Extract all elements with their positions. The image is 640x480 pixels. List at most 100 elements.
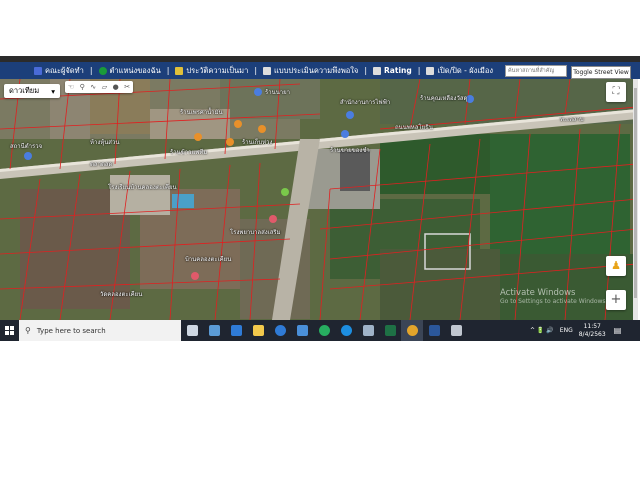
fullscreen-icon: ⛶ — [612, 86, 620, 97]
map-label[interactable]: ถนนพหลโยธิน — [395, 122, 433, 132]
map-label[interactable]: ร้านเก็บห่วง — [242, 137, 272, 147]
toolbar-item-label: ประวัติความเป็นมา — [186, 65, 249, 75]
notification-icon[interactable]: ▤ — [614, 326, 622, 335]
taskbar-search-placeholder: Type here to search — [36, 326, 106, 335]
zoom-in-button[interactable]: + — [606, 290, 626, 310]
input-language[interactable]: ENG — [560, 327, 573, 334]
toggle-street-view-button[interactable]: Toggle Street View — [571, 66, 631, 79]
photos-icon — [296, 325, 308, 336]
rating-chart-icon — [373, 66, 382, 75]
chrome-icon — [406, 325, 418, 336]
clock-time: 11:57 — [583, 322, 601, 330]
toolbar-item-label: คณะผู้จัดทำ — [45, 65, 84, 75]
map-type-label: ดาวเทียม — [9, 86, 40, 95]
toolbar-item-rating[interactable]: Rating — [373, 66, 412, 75]
toolbar-item-my-location[interactable]: ตำแหน่งของฉัน — [98, 65, 161, 77]
snip-icon — [450, 325, 462, 336]
mail-icon — [230, 325, 242, 336]
taskbar-app-task-view[interactable] — [181, 320, 203, 341]
taskbar-app-word[interactable] — [423, 320, 445, 341]
taskbar-app-store[interactable] — [203, 320, 225, 341]
file-explorer-icon — [252, 325, 264, 336]
taskbar-app-edge[interactable] — [335, 320, 357, 341]
map-label[interactable]: ร้านนายา — [265, 87, 290, 97]
map-label[interactable]: ตลาดสด — [90, 159, 112, 169]
history-icon — [175, 66, 184, 75]
pegman-street-view-button[interactable]: ♟ — [606, 256, 626, 276]
media-icon — [362, 325, 374, 336]
polygon-icon[interactable]: ▱ — [102, 83, 107, 91]
taskbar-app-mail[interactable] — [225, 320, 247, 341]
taskbar-app-chrome[interactable] — [401, 320, 423, 341]
activate-windows-title: Activate Windows — [500, 288, 576, 298]
hand-pan-icon[interactable]: ☜ — [68, 83, 74, 91]
page-scrollbar-thumb[interactable] — [634, 88, 637, 298]
map-label[interactable]: วัดคลองตะเคียน — [100, 289, 142, 299]
fullscreen-button[interactable]: ⛶ — [606, 82, 626, 102]
map-label[interactable]: โรงเรียนบ้านคลองตะเคียน — [108, 182, 177, 192]
windows-logo-icon — [5, 326, 14, 335]
map-label[interactable]: ร้านคุณเหลืองวัสดุ — [420, 93, 467, 103]
toolbar-separator: | — [417, 66, 421, 75]
taskbar-app-excel[interactable] — [379, 320, 401, 341]
map-label[interactable]: ทะเลสาบ — [560, 114, 584, 124]
store-icon — [208, 325, 220, 336]
toolbar-item-city-plan[interactable]: เปิด/ปิด - ผังเมือง — [426, 65, 493, 77]
map-label[interactable]: โรงพยาบาลส่งเสริม — [230, 227, 281, 237]
taskbar-app-media[interactable] — [357, 320, 379, 341]
map-label[interactable]: ห้างหุ้นส่วน — [90, 137, 119, 147]
location-globe-icon — [98, 66, 107, 75]
toolbar-separator: | — [89, 66, 93, 75]
toolbar-item-survey[interactable]: แบบประเมินความพึงพอใจ — [263, 65, 358, 77]
map-label[interactable]: สำนักงานการไฟฟ้า — [340, 97, 390, 107]
map-label[interactable]: บ้านคลองตะเคียน — [185, 254, 231, 264]
toolbar-item-label: Rating — [384, 66, 412, 75]
map-label[interactable]: ร้านเพรศาน้ำมัน — [180, 107, 223, 117]
edge-icon — [340, 325, 352, 336]
start-button[interactable] — [0, 320, 19, 341]
map-type-selector[interactable]: ดาวเทียม ▾ — [4, 84, 60, 98]
marker-icon[interactable]: ⚲ — [80, 83, 85, 91]
edge-legacy-icon — [274, 325, 286, 336]
satellite-map[interactable]: ร้านนายา ร้านเพรศาน้ำมัน สำนักงานการไฟฟ้… — [0, 79, 637, 320]
taskbar-app-file-explorer[interactable] — [247, 320, 269, 341]
taskbar-app-line[interactable] — [313, 320, 335, 341]
pegman-icon: ♟ — [611, 259, 621, 272]
layer-toggle-icon — [426, 66, 435, 75]
line-icon — [318, 325, 330, 336]
tray-icons[interactable]: ^ 🔋 🔊 — [530, 327, 554, 334]
desktop-screen: คณะผู้จัดทำ | ตำแหน่งของฉัน | ประวัติควา… — [0, 0, 640, 480]
word-icon — [428, 325, 440, 336]
toolbar-item-label: เปิด/ปิด - ผังเมือง — [437, 65, 493, 75]
scissors-icon[interactable]: ✂ — [124, 83, 130, 91]
taskbar-app-photos[interactable] — [291, 320, 313, 341]
place-search-input[interactable]: ค้นหาสถานที่สำคัญ — [505, 65, 567, 77]
toolbar-item-label: แบบประเมินความพึงพอใจ — [274, 65, 359, 75]
clock[interactable]: 11:57 8/4/2563 — [579, 323, 606, 339]
user-group-icon — [34, 66, 42, 75]
task-view-icon — [186, 325, 198, 336]
excel-icon — [384, 325, 396, 336]
taskbar-search-box[interactable]: ⚲ Type here to search — [19, 320, 181, 341]
map-imagery — [0, 79, 637, 320]
activate-windows-subtitle: Go to Settings to activate Windows. — [500, 298, 608, 305]
polyline-icon[interactable]: ∿ — [90, 83, 96, 91]
chevron-down-icon: ▾ — [51, 86, 55, 96]
taskbar-app-snip[interactable] — [445, 320, 467, 341]
circle-icon[interactable]: ● — [113, 83, 119, 91]
search-icon: ⚲ — [25, 326, 31, 335]
form-icon — [263, 66, 272, 75]
toolbar-separator: | — [166, 66, 170, 75]
toolbar-item-history[interactable]: ประวัติความเป็นมา — [175, 65, 248, 77]
clock-date: 8/4/2563 — [578, 330, 606, 338]
toolbar-separator: | — [364, 66, 368, 75]
system-tray: ^ 🔋 🔊 ENG 11:57 8/4/2563 ▤ — [530, 320, 640, 341]
taskbar-app-edge-legacy[interactable] — [269, 320, 291, 341]
toolbar-item-team[interactable]: คณะผู้จัดทำ — [34, 65, 84, 77]
map-label[interactable]: ร้านข้าวแพทีม — [170, 147, 207, 157]
toolbar-separator: | — [254, 66, 258, 75]
drawing-toolbar: ☜ ⚲ ∿ ▱ ● ✂ — [65, 81, 133, 93]
map-label[interactable]: ร้านขายของชำ — [330, 145, 370, 155]
toolbar-item-label: ตำแหน่งของฉัน — [109, 65, 161, 75]
map-label[interactable]: สถานีตำรวจ — [10, 141, 42, 151]
